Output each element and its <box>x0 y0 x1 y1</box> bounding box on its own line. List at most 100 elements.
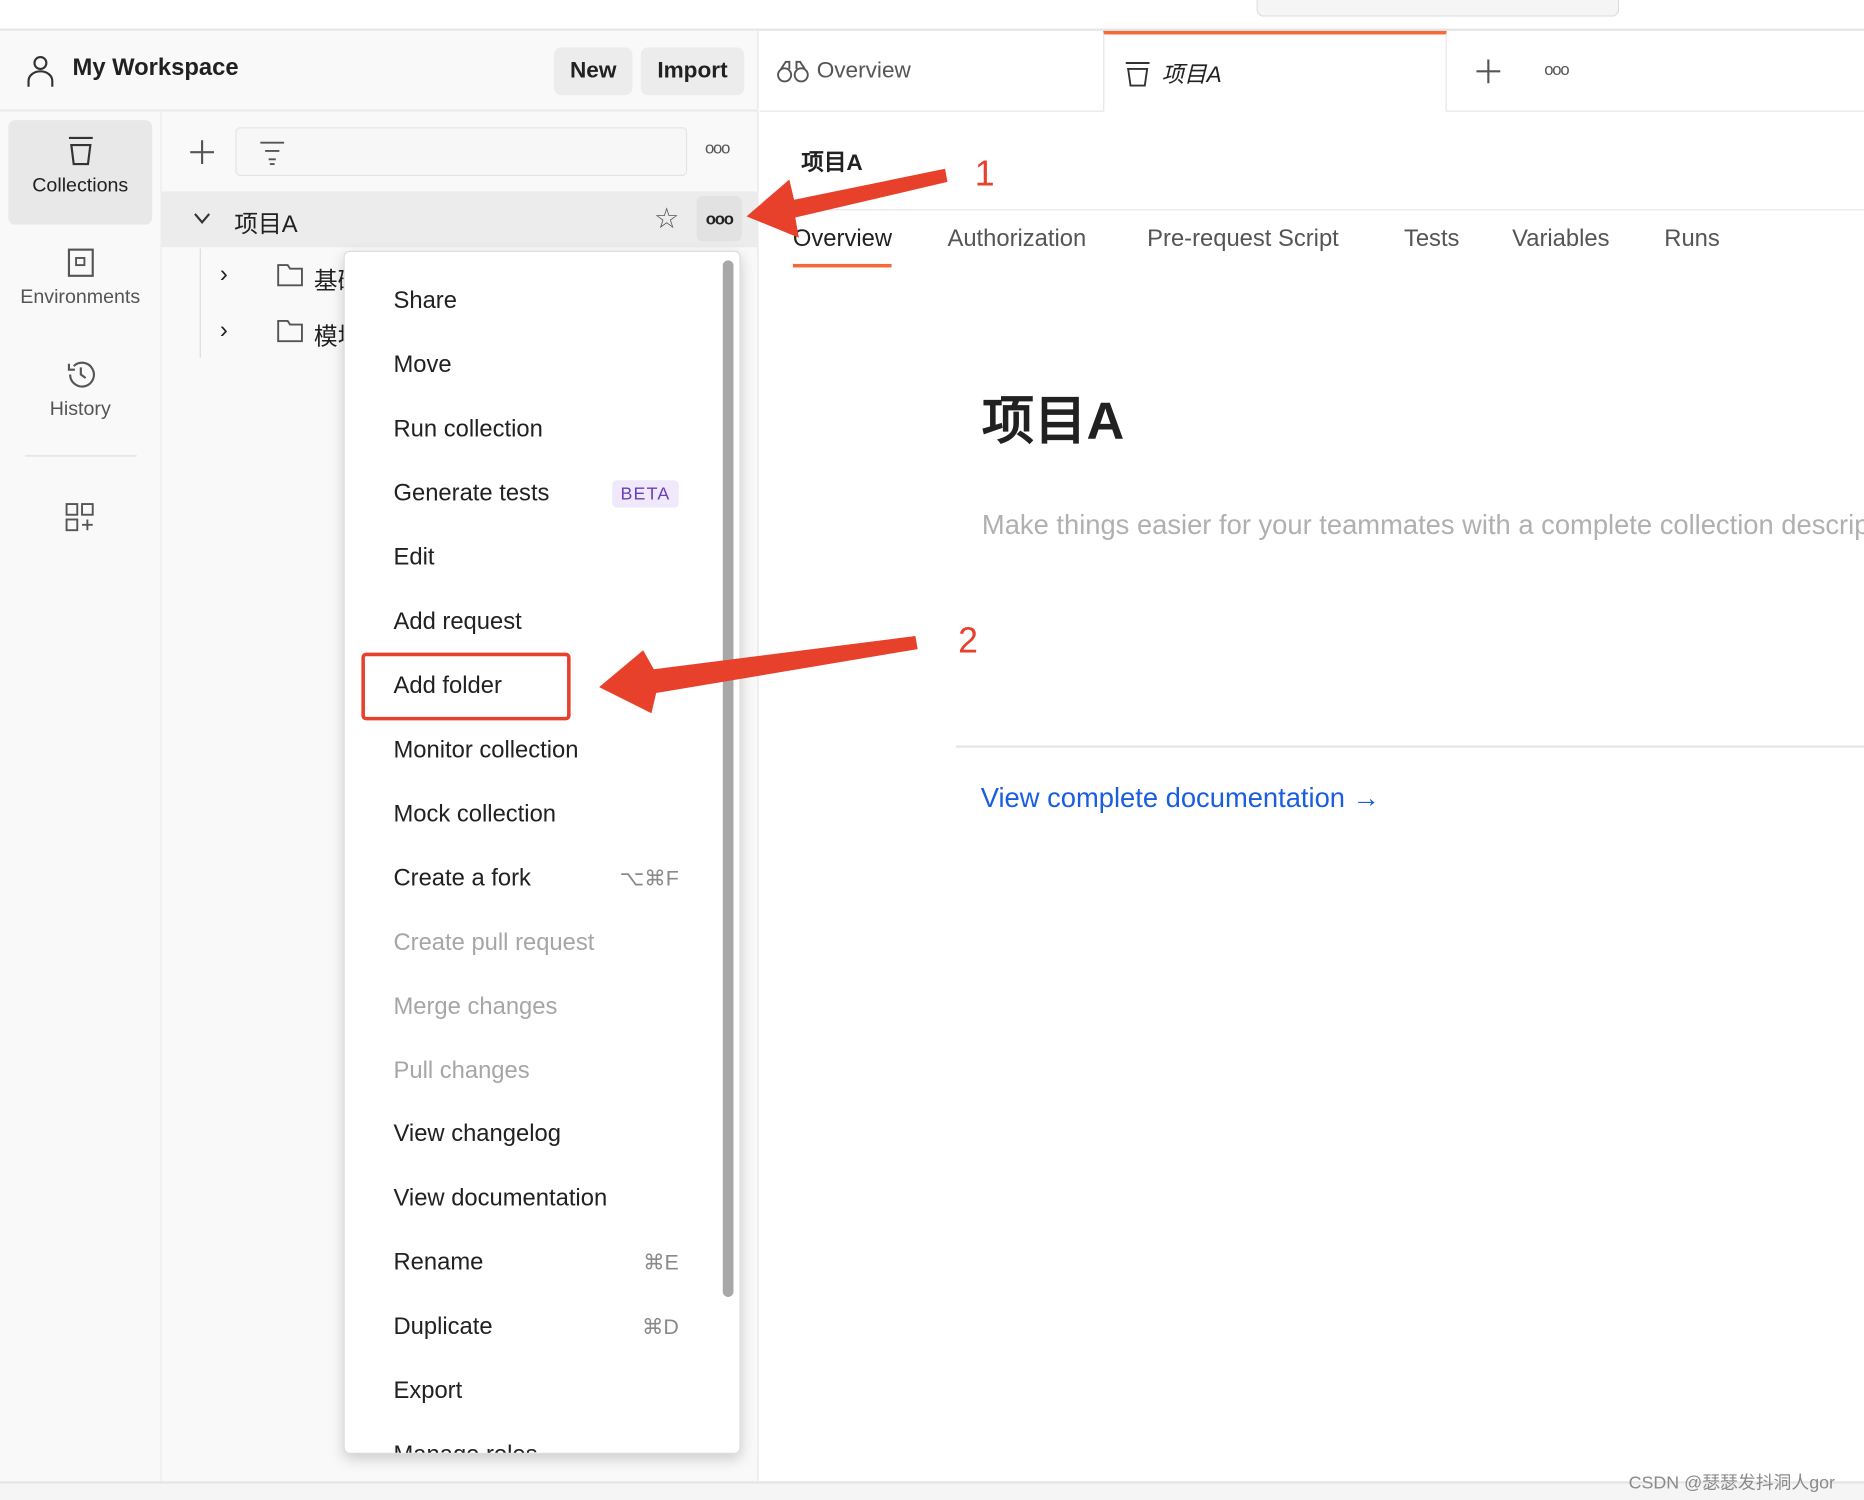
workspace-title: My Workspace <box>72 54 239 81</box>
menu-item-rename[interactable]: Rename ⌘E <box>393 1239 678 1287</box>
global-search[interactable] <box>1256 0 1620 17</box>
tab-label: 项目A <box>1161 63 1222 88</box>
shortcut: ⌘E <box>643 1250 679 1274</box>
subtab-authorization[interactable]: Authorization <box>947 226 1086 253</box>
view-documentation-link[interactable]: View complete documentation → <box>981 782 1380 814</box>
folder-row[interactable]: › 模块 <box>162 303 344 359</box>
menu-item-monitor-collection[interactable]: Monitor collection <box>393 726 678 774</box>
step-label-1: 1 <box>974 154 995 194</box>
menu-scrollbar[interactable] <box>722 260 734 1297</box>
new-button[interactable]: New <box>553 47 633 96</box>
status-bar <box>0 1481 1864 1500</box>
menu-label: View changelog <box>393 1120 561 1147</box>
sidebar-item-label: History <box>49 398 111 420</box>
folder-icon <box>277 264 303 287</box>
subtab-runs[interactable]: Runs <box>1664 226 1720 253</box>
divider <box>759 209 1864 211</box>
breadcrumb: 项目A <box>801 150 863 176</box>
sidebar-item-label: Environments <box>20 286 141 308</box>
chevron-right-icon[interactable]: › <box>220 317 228 344</box>
sidebar-item-collections[interactable]: Collections <box>8 120 153 225</box>
menu-label: Move <box>393 351 452 378</box>
folder-icon <box>277 320 303 343</box>
postman-window: My Workspace New Import Collections Envi… <box>0 0 1864 1500</box>
folder-name: 模块 <box>313 324 344 351</box>
description-input[interactable]: Make things easier for your teammates wi… <box>982 509 1864 541</box>
menu-label: Share <box>393 287 457 314</box>
subtab-overview[interactable]: Overview <box>792 226 893 268</box>
tab-collection[interactable]: 项目A <box>1103 30 1447 112</box>
subtab-tests[interactable]: Tests <box>1404 226 1460 253</box>
plus-icon[interactable] <box>188 138 217 167</box>
menu-item-edit[interactable]: Edit <box>393 534 678 582</box>
collection-name: 项目A <box>234 211 298 238</box>
menu-item-view-changelog[interactable]: View changelog <box>393 1110 678 1158</box>
folder-name: 基础 <box>313 268 344 295</box>
menu-label: Export <box>393 1377 463 1404</box>
menu-label: Monitor collection <box>393 736 579 763</box>
more-options-icon[interactable]: ooo <box>705 138 730 157</box>
menu-label: View documentation <box>393 1184 608 1211</box>
step-label-2: 2 <box>958 621 978 661</box>
search-collections-input[interactable] <box>235 127 688 176</box>
menu-label: Generate tests <box>393 479 550 506</box>
menu-label: Create pull request <box>393 929 595 956</box>
menu-item-generate-tests[interactable]: Generate tests BETA <box>393 470 679 518</box>
collection-row[interactable]: 项目A ☆ ooo <box>161 191 758 248</box>
collection-title[interactable]: 项目A <box>982 378 1124 454</box>
tab-overview[interactable]: Overview <box>759 31 1104 112</box>
menu-label: Mock collection <box>393 800 557 827</box>
star-icon[interactable]: ☆ <box>654 202 680 236</box>
menu-label: Create a fork <box>393 864 531 891</box>
divider <box>1446 110 1864 112</box>
menu-label: Pull changes <box>393 1057 530 1084</box>
menu-label: Duplicate <box>393 1313 493 1340</box>
filter-icon <box>260 141 285 166</box>
sidebar-nav: Collections Environments History <box>0 111 162 1482</box>
collection-icon <box>1125 61 1150 86</box>
subtab-pre-request-script[interactable]: Pre-request Script <box>1147 226 1339 253</box>
menu-item-share[interactable]: Share <box>393 277 678 325</box>
divider <box>955 745 1864 748</box>
menu-label: Edit <box>393 543 435 571</box>
chevron-down-icon[interactable] <box>193 212 212 226</box>
menu-item-pull-changes[interactable]: Pull changes <box>393 1047 678 1095</box>
highlight-box <box>361 652 571 721</box>
sidebar-item-environments[interactable]: Environments <box>8 232 152 337</box>
menu-item-create-pull-request[interactable]: Create pull request <box>393 919 678 967</box>
tab-label: Overview <box>816 57 911 83</box>
menu-item-add-request[interactable]: Add request <box>393 598 678 646</box>
import-button[interactable]: Import <box>640 47 745 96</box>
menu-item-create-fork[interactable]: Create a fork ⌥⌘F <box>393 855 678 903</box>
menu-item-view-documentation[interactable]: View documentation <box>393 1175 678 1223</box>
collection-context-menu: Share Move Run collection Generate tests… <box>343 250 741 1454</box>
beta-badge: BETA <box>612 479 679 508</box>
more-tabs-icon[interactable]: ooo <box>1544 59 1569 78</box>
new-tab-icon[interactable] <box>1474 57 1503 86</box>
menu-label: Manage roles <box>393 1441 537 1452</box>
menu-label: Add request <box>393 608 522 635</box>
menu-item-export[interactable]: Export <box>393 1367 678 1415</box>
collection-icon <box>68 136 93 166</box>
divider <box>24 455 137 457</box>
menu-item-mock-collection[interactable]: Mock collection <box>393 791 678 839</box>
menu-label: Rename <box>393 1248 484 1275</box>
shortcut: ⌥⌘F <box>619 866 679 890</box>
subtab-variables[interactable]: Variables <box>1512 226 1609 253</box>
collection-more-button[interactable]: ooo <box>696 196 742 242</box>
menu-label: Run collection <box>393 415 543 442</box>
menu-item-move[interactable]: Move <box>393 341 678 389</box>
menu-item-merge-changes[interactable]: Merge changes <box>393 983 678 1031</box>
environment-icon <box>67 248 94 277</box>
menu-label: Merge changes <box>393 993 558 1020</box>
folder-row[interactable]: › 基础 <box>162 247 344 303</box>
sidebar-item-label: Collections <box>32 174 129 197</box>
sidebar-item-history[interactable]: History <box>8 344 152 449</box>
add-widget-icon[interactable] <box>64 502 95 533</box>
menu-item-manage-roles[interactable]: Manage roles <box>393 1431 678 1452</box>
shortcut: ⌘D <box>641 1314 679 1338</box>
menu-item-run-collection[interactable]: Run collection <box>393 405 678 453</box>
binoculars-icon <box>777 60 809 82</box>
menu-item-duplicate[interactable]: Duplicate ⌘D <box>393 1303 678 1351</box>
chevron-right-icon[interactable]: › <box>220 262 228 289</box>
